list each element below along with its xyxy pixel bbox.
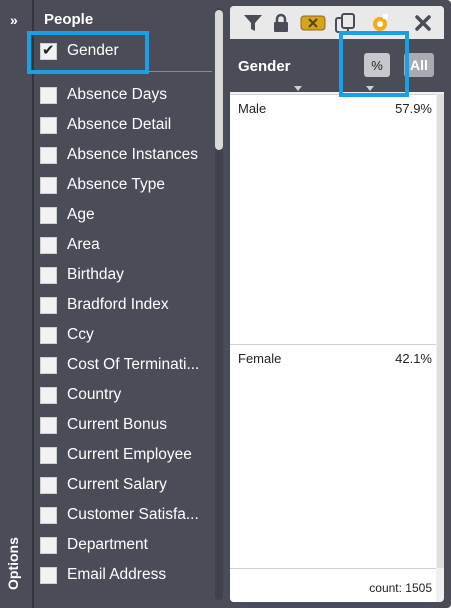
field-item-label: Current Salary xyxy=(67,476,167,493)
field-item[interactable]: Current Bonus xyxy=(40,414,215,436)
field-list-panel: People Gender Absence Days Absence Detai… xyxy=(34,0,228,608)
checkbox[interactable] xyxy=(40,386,57,404)
link-icon[interactable] xyxy=(370,12,392,34)
field-item[interactable]: Bradford Index xyxy=(40,294,215,316)
lock-icon[interactable] xyxy=(270,12,292,34)
checkbox[interactable] xyxy=(40,296,57,314)
filter-icon[interactable] xyxy=(242,12,264,34)
field-item-label: Ccy xyxy=(67,326,94,343)
field-item[interactable]: Absence Detail xyxy=(40,114,215,136)
field-item-label: Cost Of Terminati... xyxy=(67,356,200,373)
field-item-label: Absence Instances xyxy=(67,146,198,163)
field-item[interactable]: Email Address xyxy=(40,564,215,586)
field-item-label: Area xyxy=(67,236,100,253)
field-item[interactable]: Area xyxy=(40,234,215,256)
field-item-label: Department xyxy=(67,536,148,553)
expand-icon[interactable]: » xyxy=(10,12,18,28)
field-item[interactable]: Country xyxy=(40,384,215,406)
checkbox[interactable] xyxy=(40,446,57,464)
field-item[interactable]: Absence Instances xyxy=(40,144,215,166)
field-list-scroll-thumb[interactable] xyxy=(215,10,223,150)
field-item[interactable]: Age xyxy=(40,204,215,226)
all-button[interactable]: All xyxy=(404,53,434,77)
card-title: Gender xyxy=(238,58,291,75)
checkbox[interactable] xyxy=(40,86,57,104)
checkbox[interactable] xyxy=(40,116,57,134)
field-item[interactable]: Cost Of Terminati... xyxy=(40,354,215,376)
field-item[interactable]: Department xyxy=(40,534,215,556)
field-item-gender[interactable]: Gender xyxy=(40,40,215,62)
selected-divider xyxy=(40,71,212,72)
checkbox[interactable] xyxy=(40,476,57,494)
card-header: Gender % All xyxy=(230,39,444,92)
checkbox[interactable] xyxy=(40,326,57,344)
checkbox[interactable] xyxy=(40,506,57,524)
checkbox[interactable] xyxy=(40,146,57,164)
field-chooser-window: » Options People Gender Absence Days Abs… xyxy=(0,0,451,608)
card-footer: count: 1505 xyxy=(230,568,436,602)
row-label: Male xyxy=(238,101,267,116)
field-item[interactable]: Absence Days xyxy=(40,84,215,106)
options-rail: » Options xyxy=(0,0,34,608)
field-item-label: Bradford Index xyxy=(67,296,169,313)
field-item[interactable]: Current Employee xyxy=(40,444,215,466)
card-scrollbar[interactable] xyxy=(437,94,444,568)
percent-button[interactable]: % xyxy=(364,53,390,77)
field-item-label: Country xyxy=(67,386,122,403)
field-item[interactable]: Current Salary xyxy=(40,474,215,496)
checkbox[interactable] xyxy=(40,206,57,224)
field-item-label: Absence Days xyxy=(67,86,167,103)
field-item-label: Absence Type xyxy=(67,176,165,193)
field-item[interactable]: Ccy xyxy=(40,324,215,346)
clear-icon[interactable] xyxy=(299,12,327,34)
options-label[interactable]: Options xyxy=(5,537,21,590)
field-group-header: People xyxy=(44,11,94,28)
row-value: 42.1% xyxy=(395,351,432,366)
row-label: Female xyxy=(238,351,282,366)
checkbox[interactable] xyxy=(40,176,57,194)
sort-caret-icon[interactable] xyxy=(294,86,302,91)
field-item-label: Birthday xyxy=(67,266,124,283)
field-item-label: Customer Satisfa... xyxy=(67,506,199,523)
field-item-label: Age xyxy=(67,206,95,223)
checkbox[interactable] xyxy=(40,416,57,434)
field-item-label: Email Address xyxy=(67,566,167,583)
row-value: 57.9% xyxy=(395,101,432,116)
close-icon[interactable] xyxy=(412,12,434,34)
field-item-label: Current Employee xyxy=(67,446,192,463)
checkbox[interactable] xyxy=(40,566,57,584)
checkbox[interactable] xyxy=(40,236,57,254)
card-toolbar xyxy=(230,6,444,39)
value-row-female[interactable]: Female 42.1% xyxy=(230,344,436,568)
gender-summary-card: Gender % All Male 57.9% Female 42.1% cou… xyxy=(230,6,444,602)
field-item[interactable]: Birthday xyxy=(40,264,215,286)
checkbox-checked[interactable] xyxy=(40,41,57,60)
field-item-label: Gender xyxy=(67,42,119,59)
record-count: count: 1505 xyxy=(369,581,432,595)
value-row-male[interactable]: Male 57.9% xyxy=(230,94,436,344)
field-item-label: Current Bonus xyxy=(67,416,167,433)
copy-icon[interactable] xyxy=(334,12,356,34)
field-item[interactable]: Customer Satisfa... xyxy=(40,504,215,526)
checkbox[interactable] xyxy=(40,266,57,284)
field-item[interactable]: Absence Type xyxy=(40,174,215,196)
field-item-label: Absence Detail xyxy=(67,116,172,133)
checkbox[interactable] xyxy=(40,536,57,554)
sort-caret-icon[interactable] xyxy=(366,86,374,91)
checkbox[interactable] xyxy=(40,356,57,374)
